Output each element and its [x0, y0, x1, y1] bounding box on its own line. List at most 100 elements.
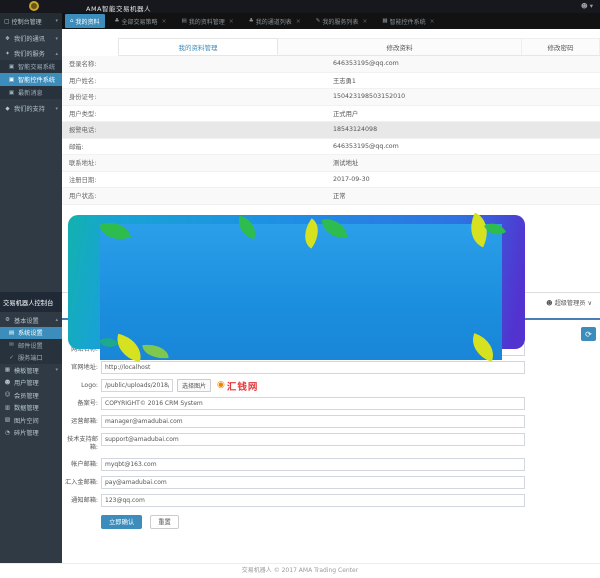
logo-preview: ◉ 汇钱网 [217, 379, 258, 392]
sidebar-item-label: 模板管理 [14, 366, 39, 375]
close-icon[interactable]: × [161, 18, 166, 25]
sidebar-item-label: 最新消息 [18, 88, 43, 97]
diamond-icon: ◆ [4, 106, 11, 112]
tab-label: 我的资料 [76, 17, 100, 26]
user-icon: ☻ [546, 300, 552, 307]
close-icon[interactable]: × [430, 18, 435, 25]
submit-button[interactable]: 立即确认 [101, 515, 142, 529]
form-row-notify-email: 通知邮箱: [62, 494, 600, 507]
sidebar-item-our-services[interactable]: ✦ 我们的服务 ▴ [0, 47, 62, 60]
tab-my-profile[interactable]: ⌂ 我的资料 [65, 14, 105, 28]
tab-my-channels[interactable]: ♣ 我的通道列表 × [244, 14, 306, 28]
user-icon: ☻ [581, 2, 588, 10]
module-icon: ▣ [8, 64, 15, 70]
top-header-bar: AMA智能交易机器人 ☻ ▾ [0, 0, 600, 13]
site-url-input[interactable] [101, 361, 525, 374]
row-label: 报警电话: [62, 125, 333, 134]
logo-path-input[interactable] [101, 379, 173, 392]
tab-label: 我的资料管理 [189, 17, 225, 26]
form-row-site-url: 官网地址: [62, 361, 600, 374]
sidebar-item-label: 我们的支持 [14, 104, 45, 113]
row-value: 18543124098 [333, 126, 377, 133]
sidebar-item-system-settings[interactable]: ▤ 系统设置 [0, 327, 62, 340]
sidebar-item-mail-settings[interactable]: ✉ 邮件设置 [0, 339, 62, 352]
form-actions: 立即确认 重置 [101, 515, 600, 529]
sidebar-item-service-port[interactable]: ✓ 服务端口 [0, 352, 62, 365]
row-value: 正常 [333, 191, 346, 200]
sidebar-item-template-manage[interactable]: ▦ 模板管理 ▾ [0, 364, 62, 377]
console-menu-dropdown[interactable]: ▢ 控制台管理 ▾ [0, 13, 62, 29]
header-user-menu[interactable]: ☻ ▾ [581, 2, 593, 10]
sidebar-item-data-manage[interactable]: ▥ 数据管理 [0, 402, 62, 415]
layout-icon: ▦ [4, 367, 11, 373]
tab-edit-profile[interactable]: 修改资料 [278, 38, 522, 55]
sidebar-item-our-comms[interactable]: ❖ 我们的通讯 ▾ [0, 32, 62, 45]
sidebar-item-our-support[interactable]: ◆ 我们的支持 ▾ [0, 102, 62, 115]
logo-badge-icon: ◉ [217, 381, 225, 390]
composite-screenshot: AMA智能交易机器人 ☻ ▾ ▢ 控制台管理 ▾ ⌂ 我的资料 ♣ 全部交易策略… [0, 0, 600, 578]
field-label: 技术支持邮箱: [62, 433, 98, 453]
row-value: 王志勇1 [333, 76, 356, 85]
footer-copyright: 交易机器人 © 2017 AMA Trading Center [0, 563, 600, 578]
row-label: 用户姓名: [62, 76, 333, 85]
database-icon: ▥ [4, 405, 11, 411]
reset-button[interactable]: 重置 [150, 515, 179, 529]
form-row-support-email: 技术支持邮箱: [62, 433, 600, 453]
field-label: 帐户邮箱: [62, 458, 98, 469]
admin-user-menu[interactable]: ☻ 超级管理员 ∨ [546, 298, 592, 307]
notify-email-input[interactable] [101, 494, 525, 507]
sidebar-item-basic-settings[interactable]: ⚙ 基本设置 ▴ [0, 314, 62, 327]
close-icon[interactable]: × [362, 18, 367, 25]
admin-user-label: 超级管理员 [555, 300, 586, 307]
row-label: 邮箱: [62, 142, 333, 151]
sidebar-item-latest-news[interactable]: ▣ 最新消息 [0, 86, 62, 99]
top-sidebar: ❖ 我们的通讯 ▾ ✦ 我们的服务 ▴ ▣ 智能交易系统 ▣ 智能控件系统 ▣ … [0, 29, 62, 292]
pay-email-input[interactable] [101, 476, 525, 489]
table-row: 邮箱: 646353195@qq.com [62, 139, 600, 156]
sidebar-item-fragment-manage[interactable]: ◔ 碎片管理 [0, 427, 62, 440]
tab-label: 我的服务列表 [322, 17, 358, 26]
tab-change-password[interactable]: 修改密码 [522, 38, 600, 55]
field-label: 备案号: [62, 397, 98, 408]
comments-icon: ❖ [4, 36, 11, 42]
sidebar-item-smart-trade-system[interactable]: ▣ 智能交易系统 [0, 60, 62, 73]
form-row-pay-email: 汇入金邮箱: [62, 476, 600, 489]
ops-email-input[interactable] [101, 415, 525, 428]
row-label: 用户状态: [62, 191, 333, 200]
sidebar-item-member-manage[interactable]: ☺ 会员管理 [0, 389, 62, 402]
refresh-button[interactable]: ⟳ [581, 327, 596, 341]
users-icon: ☺ [4, 392, 11, 398]
tab-profile-manage[interactable]: ▤ 我的资料管理 × [177, 14, 239, 28]
chevron-down-icon: ▾ [55, 367, 58, 373]
row-label: 联系地址: [62, 158, 333, 167]
sidebar-item-label: 我们的通讯 [14, 34, 45, 43]
gear-icon: ⚙ [4, 317, 11, 323]
sidebar-item-label: 图片空间 [14, 416, 39, 425]
sidebar-item-user-manage[interactable]: ☻ 用户管理 [0, 377, 62, 390]
table-row: 身份证号: 150423198503152010 [62, 89, 600, 106]
console-menu-label: 控制台管理 [12, 17, 42, 26]
clock-icon: ◔ [4, 430, 11, 436]
account-email-input[interactable] [101, 458, 525, 471]
sidebar-item-smart-widget-system[interactable]: ▣ 智能控件系统 [0, 73, 62, 86]
support-email-input[interactable] [101, 433, 525, 446]
field-label: 汇入金邮箱: [62, 476, 98, 487]
console-title: 交易机器人控制台 [0, 292, 62, 312]
choose-image-button[interactable]: 选择图片 [177, 379, 211, 392]
chevron-down-icon: ▾ [55, 36, 58, 42]
sidebar-item-image-space[interactable]: ▧ 图片空间 [0, 414, 62, 427]
sidebar-item-label: 会员管理 [14, 391, 39, 400]
table-row: 用户状态: 正常 [62, 188, 600, 205]
tab-all-strategies[interactable]: ♣ 全部交易策略 × [110, 14, 172, 28]
close-icon[interactable]: × [296, 18, 301, 25]
tab-smart-widget-system[interactable]: ▦ 智能控件系统 × [377, 14, 439, 28]
close-icon[interactable]: × [229, 18, 234, 25]
table-row: 注册日期: 2017-09-30 [62, 172, 600, 189]
copyright-input[interactable] [101, 397, 525, 410]
sidebar-item-label: 我们的服务 [14, 49, 45, 58]
home-icon: ⌂ [70, 18, 74, 24]
tab-profile-management[interactable]: 我的资料管理 [118, 38, 278, 55]
desktop-icon: ▤ [8, 330, 15, 336]
tab-my-services[interactable]: ✎ 我的服务列表 × [311, 14, 373, 28]
grid-icon: ▦ [382, 18, 387, 24]
